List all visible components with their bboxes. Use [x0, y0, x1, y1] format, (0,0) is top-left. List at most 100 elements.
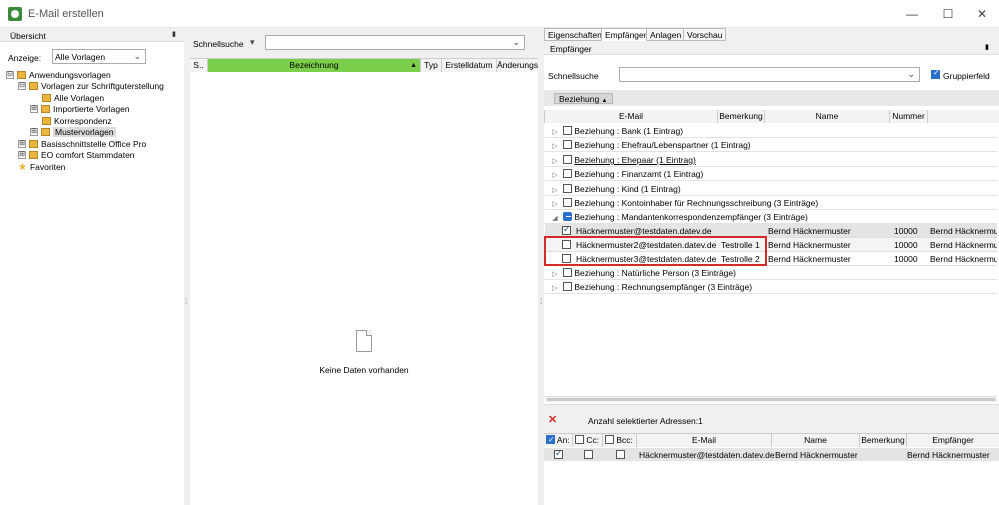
expand-arrow-icon[interactable]: ▷	[550, 282, 560, 296]
collapse-icon[interactable]: ⊟	[18, 81, 26, 90]
pin-icon[interactable]: ▮	[985, 43, 989, 51]
expand-arrow-icon[interactable]: ▷	[550, 169, 560, 183]
column-header-typ[interactable]: Typ	[421, 59, 442, 72]
pin-icon[interactable]: ▮	[172, 30, 176, 38]
right-search-input[interactable]: ⌄	[619, 67, 920, 82]
group-row-natuerliche-person[interactable]: ▷ Beziehung : Natürliche Person (3 Eintr…	[545, 266, 997, 280]
filter-select-value: Alle Vorlagen	[55, 52, 106, 62]
cell-name: Bernd Häcknermuster	[768, 254, 851, 264]
bcc-checkbox[interactable]	[616, 450, 625, 460]
an-checkbox[interactable]	[554, 448, 563, 460]
group-row-kind[interactable]: ▷ Beziehung : Kind (1 Eintrag)	[545, 182, 997, 196]
column-header-an[interactable]: An:	[544, 434, 573, 447]
folder-icon	[29, 150, 38, 159]
expand-icon[interactable]: ⊞	[30, 127, 38, 136]
collapse-icon[interactable]: ⊟	[6, 70, 14, 79]
tree-item-label: EO comfort Stammdaten	[41, 150, 135, 160]
column-header-extra[interactable]	[928, 110, 999, 123]
row-checkbox[interactable]	[563, 198, 572, 208]
cell-extra: Bernd Häcknermus	[930, 254, 997, 264]
table-row[interactable]: Häcknermuster@testdaten.datev.de Bernd H…	[544, 448, 999, 461]
column-header-erstelldatum[interactable]: Erstelldatum	[442, 59, 497, 72]
column-header-name[interactable]: Name	[765, 110, 890, 123]
tree-item-vorlagen-schriftgut[interactable]: ⊟ Vorlagen zur Schriftguterstellung	[18, 80, 164, 92]
close-button[interactable]: ✕	[965, 4, 999, 24]
sort-up-icon: ▲	[601, 98, 608, 104]
group-row-kontoinhaber[interactable]: ▷ Beziehung : Kontoinhaber für Rechnungs…	[545, 196, 997, 210]
cc-checkbox[interactable]	[584, 450, 593, 460]
column-header-nummer[interactable]: Nummer	[890, 110, 928, 123]
cell-email: Häcknermuster@testdaten.datev.de	[639, 450, 774, 460]
tree-item-eo-comfort[interactable]: ⊞ EO comfort Stammdaten	[18, 149, 135, 161]
tree-item-importierte-vorlagen[interactable]: ⊞ Importierte Vorlagen	[30, 103, 130, 115]
column-header-email[interactable]: E-Mail	[544, 110, 718, 123]
column-header-label: Bcc:	[616, 435, 633, 445]
group-field-checkbox[interactable]	[931, 68, 940, 80]
tree-item-label: Korrespondenz	[54, 116, 112, 126]
row-checkbox[interactable]	[563, 184, 572, 194]
column-header-status[interactable]: S..	[190, 59, 208, 72]
cell-nummer: 10000	[894, 240, 918, 250]
column-header-bcc[interactable]: Bcc:	[603, 434, 637, 447]
row-checkbox[interactable]	[563, 212, 572, 222]
column-header-bemerkung[interactable]: Bemerkung	[718, 110, 765, 123]
group-row-rechnungsempfaenger[interactable]: ▷ Beziehung : Rechnungsempfänger (3 Eint…	[545, 280, 997, 294]
group-label: Beziehung : Bank (1 Eintrag)	[574, 126, 684, 136]
expand-icon[interactable]: ⊞	[18, 139, 26, 148]
search-options-chevron-icon[interactable]: ▾	[250, 37, 255, 48]
tree-item-label: Favoriten	[29, 162, 66, 172]
cell-email: Häcknermuster@testdaten.datev.de	[576, 226, 712, 236]
group-row-ehefrau[interactable]: ▷ Beziehung : Ehefrau/Lebenspartner (1 E…	[545, 138, 997, 152]
maximize-button[interactable]: ☐	[931, 4, 965, 24]
tree-item-label: Mustervorlagen	[53, 127, 116, 137]
row-checkbox[interactable]	[563, 140, 572, 150]
tree-item-favoriten[interactable]: ★ Favoriten	[18, 161, 65, 173]
row-checkbox[interactable]	[563, 282, 572, 292]
scrollbar-thumb[interactable]	[547, 398, 995, 401]
recipients-title: Empfänger	[550, 44, 592, 54]
group-label: Beziehung : Rechnungsempfänger (3 Einträ…	[574, 282, 753, 292]
group-row-mandantenkorrespondenz[interactable]: ◢ Beziehung : Mandantenkorrespondenzempf…	[545, 210, 997, 224]
tree-item-label: Importierte Vorlagen	[53, 104, 130, 114]
app-icon	[8, 7, 22, 21]
tab-anlagen[interactable]: Anlagen	[646, 28, 686, 41]
tab-vorschau[interactable]: Vorschau	[683, 28, 727, 41]
filter-select[interactable]: Alle Vorlagen ⌄	[52, 49, 146, 64]
group-label: Beziehung : Ehefrau/Lebenspartner (1 Ein…	[574, 140, 751, 150]
group-row-ehepaar[interactable]: ▷ Beziehung : Ehepaar (1 Eintrag)	[545, 153, 997, 167]
middle-search-input[interactable]: ⌄	[265, 35, 525, 50]
chevron-down-icon: ⌄	[907, 69, 915, 79]
cell-name: Bernd Häcknermuster	[775, 450, 858, 460]
column-header-label: An:	[556, 435, 570, 445]
expand-icon[interactable]: ⊞	[30, 104, 38, 113]
selected-count-label: Anzahl selektierter Adressen:	[588, 416, 699, 426]
row-checkbox[interactable]	[563, 268, 572, 278]
column-header-empfaenger[interactable]: Empfänger	[907, 434, 999, 447]
row-checkbox[interactable]	[563, 155, 572, 165]
group-label: Beziehung : Mandantenkorrespondenzempfän…	[574, 212, 808, 222]
tab-eigenschaften[interactable]: Eigenschaften	[544, 28, 606, 41]
tree-item-label: Basisschnittstelle Office Pro	[41, 139, 147, 149]
column-header-bemerkung[interactable]: Bemerkung	[860, 434, 907, 447]
column-header-email[interactable]: E-Mail	[637, 434, 772, 447]
chevron-down-icon: ⌄	[133, 51, 141, 61]
tab-empfaenger[interactable]: Empfänger	[601, 28, 651, 42]
column-header-name[interactable]: Name	[772, 434, 860, 447]
expand-icon[interactable]: ⊞	[18, 150, 26, 159]
column-header-bezeichnung[interactable]: Bezeichnung ▲	[208, 59, 421, 72]
row-checkbox[interactable]	[563, 169, 572, 179]
row-checkbox[interactable]	[562, 224, 571, 236]
minimize-button[interactable]: —	[895, 4, 929, 24]
tree-item-mustervorlagen[interactable]: ⊞ Mustervorlagen	[30, 126, 116, 138]
group-row-bank[interactable]: ▷ Beziehung : Bank (1 Eintrag)	[545, 124, 997, 138]
column-header-aenderung[interactable]: Änderungs	[497, 59, 538, 72]
expand-arrow-icon[interactable]: ▷	[550, 140, 560, 154]
group-chip-beziehung[interactable]: Beziehung ▲	[554, 93, 613, 104]
delete-icon[interactable]: ✕	[548, 413, 557, 426]
group-label: Beziehung : Finanzamt (1 Eintrag)	[574, 169, 704, 179]
group-row-finanzamt[interactable]: ▷ Beziehung : Finanzamt (1 Eintrag)	[545, 167, 997, 181]
folder-icon	[41, 127, 50, 136]
horizontal-scrollbar[interactable]	[545, 396, 997, 402]
column-header-cc[interactable]: Cc:	[573, 434, 603, 447]
row-checkbox[interactable]	[563, 126, 572, 136]
